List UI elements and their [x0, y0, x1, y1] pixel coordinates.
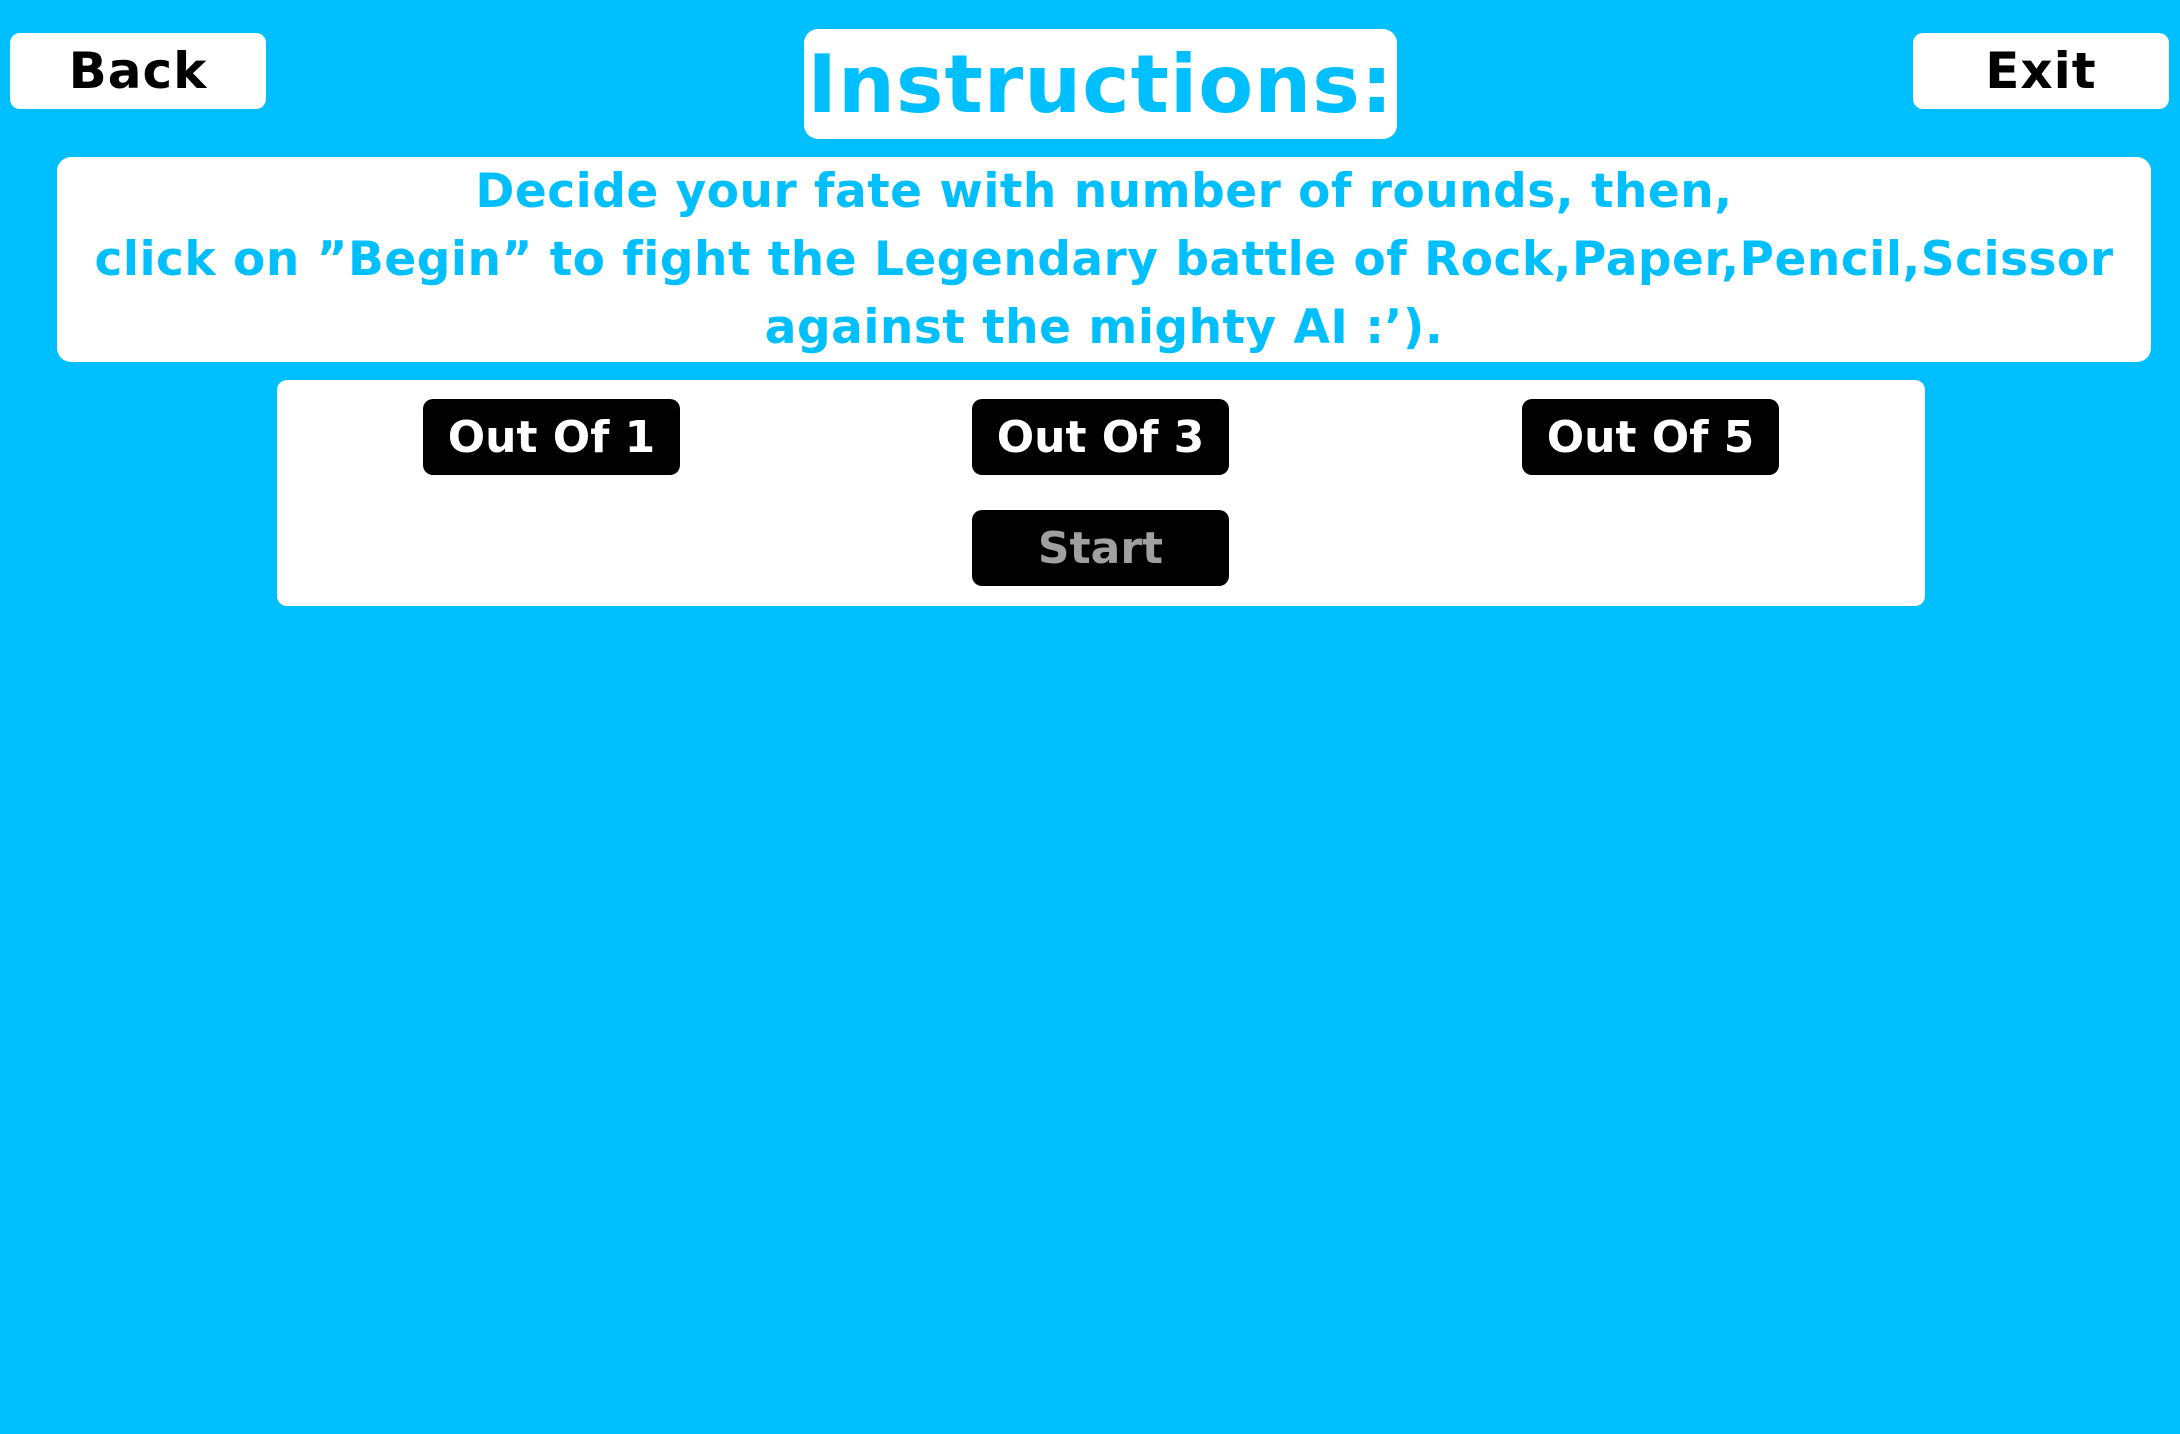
exit-button[interactable]: Exit: [1913, 33, 2169, 109]
instructions-line-2: click on ”Begin” to fight the Legendary …: [94, 231, 2114, 287]
title-panel: Instructions:: [804, 29, 1397, 139]
start-button[interactable]: Start: [972, 510, 1229, 586]
instructions-line-3: against the mighty AI :’).: [764, 299, 1444, 355]
out-of-3-button[interactable]: Out Of 3: [972, 399, 1229, 475]
instructions-panel: Decide your fate with number of rounds, …: [57, 157, 2151, 362]
round-options-panel: Out Of 1 Out Of 3 Out Of 5 Start: [277, 380, 1925, 606]
out-of-5-button[interactable]: Out Of 5: [1522, 399, 1779, 475]
instructions-line-1: Decide your fate with number of rounds, …: [475, 163, 1733, 219]
back-button[interactable]: Back: [10, 33, 266, 109]
page-title: Instructions:: [807, 37, 1394, 131]
out-of-1-button[interactable]: Out Of 1: [423, 399, 680, 475]
